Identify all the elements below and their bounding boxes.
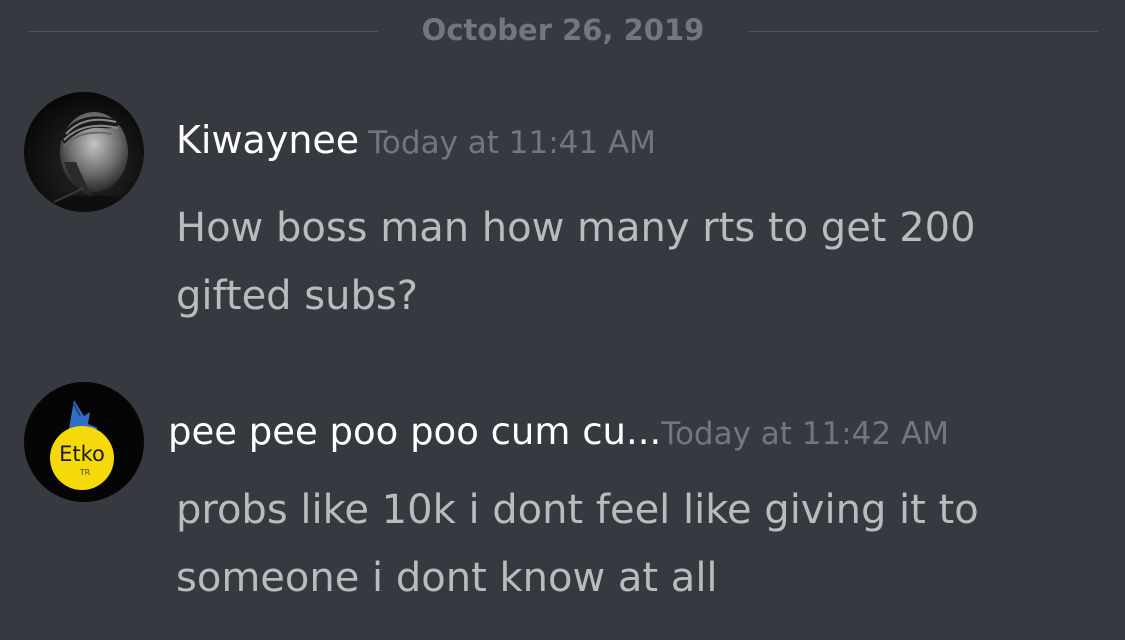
message-text: probs like 10k i dont feel like giving i…: [176, 487, 979, 601]
divider-line-left: [28, 31, 378, 32]
message-header: Kiwaynee Today at 11:41 AM: [176, 118, 656, 170]
timestamp: Today at 11:42 AM: [661, 416, 949, 452]
etko-logo-subtext: TR: [79, 468, 91, 477]
message-item: Etko TR pee pee poo poo cum cu...Today a…: [0, 380, 1125, 620]
username[interactable]: pee pee poo poo cum cu...: [168, 410, 661, 453]
divider-date: October 26, 2019: [421, 13, 705, 47]
date-divider: October 26, 2019: [0, 0, 1125, 64]
message-header: pee pee poo poo cum cu...Today at 11:42 …: [168, 410, 949, 461]
user-avatar[interactable]: Etko TR: [24, 382, 144, 502]
profile-photo-avatar: [24, 92, 144, 212]
etko-wolf-logo-avatar: Etko TR: [24, 382, 144, 502]
user-avatar[interactable]: [24, 92, 144, 212]
username[interactable]: Kiwaynee: [176, 118, 359, 162]
message-text: How boss man how many rts to get 200 gif…: [176, 205, 976, 319]
message-item: Kiwaynee Today at 11:41 AM How boss man …: [0, 90, 1125, 330]
timestamp: Today at 11:41 AM: [368, 125, 656, 161]
etko-logo-text: Etko: [59, 442, 105, 466]
divider-line-right: [748, 31, 1098, 32]
